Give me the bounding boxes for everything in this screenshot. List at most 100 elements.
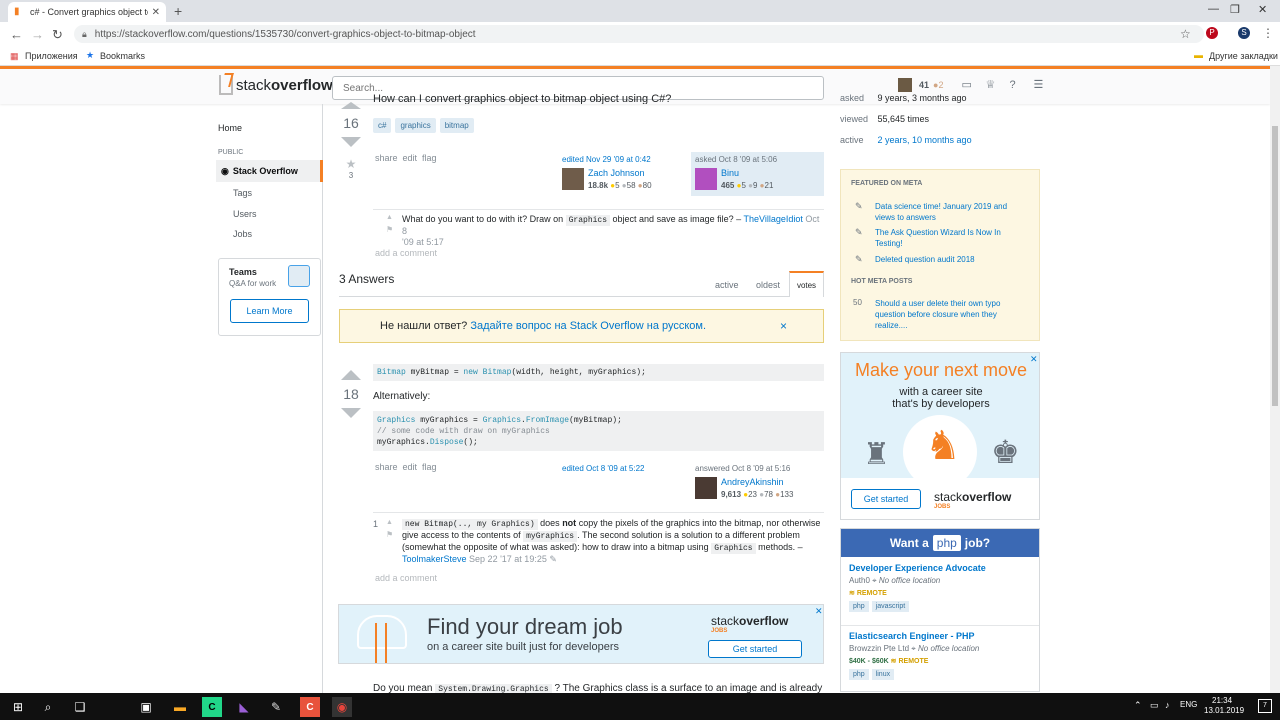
close-window-icon[interactable]: ✕ bbox=[1258, 3, 1267, 16]
app-icon[interactable]: C bbox=[300, 697, 320, 717]
learn-more-button[interactable]: Learn More bbox=[230, 299, 309, 323]
upvote-icon[interactable] bbox=[341, 102, 361, 109]
forward-icon[interactable]: → bbox=[31, 27, 44, 42]
avatar[interactable] bbox=[898, 78, 912, 92]
notice-link[interactable]: Задайте вопрос на Stack Overflow на русс… bbox=[470, 320, 706, 332]
gimp-icon[interactable]: ✎ bbox=[266, 697, 286, 717]
answerer-avatar[interactable] bbox=[695, 477, 717, 499]
dream-job-get-started-button[interactable]: Get started bbox=[708, 640, 802, 658]
add-comment-link[interactable]: add a comment bbox=[375, 573, 437, 583]
meta-link-3[interactable]: Deleted question audit 2018 bbox=[875, 254, 1025, 265]
tab-active[interactable]: active bbox=[715, 280, 739, 290]
visual-studio-icon[interactable]: ◣ bbox=[234, 697, 254, 717]
back-icon[interactable]: ← bbox=[10, 27, 23, 42]
notice-close-icon[interactable]: × bbox=[780, 319, 787, 333]
comment-user[interactable]: TheVillageIdiot bbox=[743, 214, 802, 224]
restore-icon[interactable]: ❐ bbox=[1230, 3, 1240, 16]
editor-name[interactable]: Zach Johnson bbox=[588, 168, 652, 178]
answerer-name[interactable]: AndreyAkinshin bbox=[721, 477, 793, 487]
share-link[interactable]: share bbox=[375, 153, 398, 163]
bookmark-star-icon[interactable]: ☆ bbox=[1180, 27, 1191, 41]
asker-avatar[interactable] bbox=[695, 168, 717, 190]
nav-tags[interactable]: Tags bbox=[233, 188, 252, 198]
dream-job-ad[interactable]: Find your dream job on a career site bui… bbox=[338, 604, 824, 664]
asker-name[interactable]: Binu bbox=[721, 168, 773, 178]
add-comment-link[interactable]: add a comment bbox=[375, 248, 437, 258]
job-tag[interactable]: php bbox=[849, 601, 869, 612]
close-tab-icon[interactable]: ✕ bbox=[152, 7, 160, 18]
edit-link[interactable]: edit bbox=[403, 153, 418, 163]
edited-time[interactable]: edited Nov 29 '09 at 0:42 bbox=[562, 155, 682, 164]
tab-votes[interactable]: votes bbox=[789, 271, 824, 297]
extension-icon[interactable]: S bbox=[1238, 27, 1250, 39]
ad-close-icon[interactable]: ✕ bbox=[1030, 354, 1038, 365]
job-title[interactable]: Developer Experience Advocate bbox=[849, 563, 986, 573]
comment-flag-icon[interactable]: ⚑ bbox=[386, 530, 393, 539]
stat-value[interactable]: 2 years, 10 months ago bbox=[878, 135, 972, 145]
ad-close-icon[interactable]: ✕ bbox=[815, 606, 823, 617]
help-icon[interactable]: ? bbox=[1009, 79, 1021, 91]
share-link[interactable]: share bbox=[375, 462, 398, 472]
other-bookmarks[interactable]: Другие закладки bbox=[1209, 51, 1278, 61]
trophy-icon[interactable]: ♕ bbox=[985, 79, 997, 91]
nav-users[interactable]: Users bbox=[233, 209, 257, 219]
bookmark-apps[interactable]: Приложения bbox=[25, 51, 78, 61]
windows-start-icon[interactable]: ⊞ bbox=[8, 697, 28, 717]
chrome-icon[interactable]: ◉ bbox=[332, 697, 352, 717]
comment-flag-icon[interactable]: ⚑ bbox=[386, 225, 393, 234]
scrollbar-thumb[interactable] bbox=[1272, 126, 1278, 406]
new-tab-icon[interactable]: + bbox=[174, 3, 182, 19]
edit-link[interactable]: edit bbox=[403, 462, 418, 472]
favorite-star-icon[interactable]: ★ bbox=[336, 157, 366, 171]
inbox-icon[interactable]: ▭ bbox=[961, 79, 973, 91]
meta-link-1[interactable]: Data science time! January 2019 and view… bbox=[875, 201, 1025, 223]
comment-upvote-icon[interactable]: ▲ bbox=[386, 519, 393, 526]
tag-csharp[interactable]: c# bbox=[373, 118, 392, 133]
tray-language[interactable]: ENG bbox=[1180, 700, 1197, 709]
file-explorer-icon[interactable]: ▬ bbox=[170, 697, 190, 717]
browser-tab[interactable]: ▮ c# - Convert graphics object to bi ✕ bbox=[8, 2, 166, 22]
bookmark-bookmarks[interactable]: Bookmarks bbox=[100, 51, 145, 61]
answer-edited-time[interactable]: edited Oct 8 '09 at 5:22 bbox=[562, 464, 644, 473]
job-title[interactable]: Elasticsearch Engineer - PHP bbox=[849, 631, 979, 641]
answer-upvote-icon[interactable] bbox=[341, 370, 361, 380]
ad-get-started-button[interactable]: Get started bbox=[851, 489, 921, 509]
minimize-icon[interactable]: — bbox=[1208, 3, 1219, 15]
clion-icon[interactable]: C bbox=[202, 697, 222, 717]
job-listing-2[interactable]: Elasticsearch Engineer - PHP Browzzin Pt… bbox=[849, 631, 979, 680]
menu-dots-icon[interactable]: ⋮ bbox=[1262, 26, 1274, 40]
search-icon[interactable]: ⌕ bbox=[38, 697, 58, 717]
job-tag[interactable]: linux bbox=[871, 669, 895, 680]
tray-date[interactable]: 13.01.2019 bbox=[1204, 706, 1244, 715]
job-listing-1[interactable]: Developer Experience Advocate Auth0 ⌖ No… bbox=[849, 563, 986, 612]
task-view-icon[interactable]: ❑ bbox=[70, 697, 90, 717]
tray-network-icon[interactable]: ▭ bbox=[1150, 700, 1159, 711]
page-scrollbar[interactable] bbox=[1270, 66, 1280, 693]
url-field[interactable]: 🔒︎ https://stackoverflow.com/questions/1… bbox=[74, 25, 1204, 43]
nav-jobs[interactable]: Jobs bbox=[233, 229, 252, 239]
flag-link[interactable]: flag bbox=[422, 462, 437, 472]
site-switcher-icon[interactable]: ☰ bbox=[1033, 79, 1045, 91]
tray-volume-icon[interactable]: ♪ bbox=[1165, 700, 1170, 710]
job-tag[interactable]: php bbox=[849, 669, 869, 680]
flag-link[interactable]: flag bbox=[422, 153, 437, 163]
nav-home[interactable]: Home bbox=[218, 123, 242, 133]
job-tag[interactable]: javascript bbox=[871, 601, 910, 612]
reload-icon[interactable]: ↻ bbox=[52, 27, 63, 43]
comment-user[interactable]: ToolmakerSteve bbox=[402, 554, 467, 564]
tab-oldest[interactable]: oldest bbox=[756, 280, 780, 290]
tray-people-icon[interactable]: ⌃ bbox=[1134, 700, 1142, 711]
tag-graphics[interactable]: graphics bbox=[395, 118, 436, 133]
meta-link-2[interactable]: The Ask Question Wizard Is Now In Testin… bbox=[875, 227, 1025, 249]
downvote-icon[interactable] bbox=[341, 137, 361, 147]
tray-time[interactable]: 21:34 bbox=[1212, 696, 1232, 705]
answer-downvote-icon[interactable] bbox=[341, 408, 361, 418]
nav-stack-overflow[interactable]: ◉ Stack Overflow bbox=[216, 160, 323, 182]
editor-avatar[interactable] bbox=[562, 168, 584, 190]
tag-bitmap[interactable]: bitmap bbox=[439, 118, 474, 133]
apps-grid-icon[interactable]: ▦ bbox=[10, 51, 19, 62]
stackoverflow-logo[interactable]: stack overflow bbox=[219, 75, 333, 95]
comment-upvote-icon[interactable]: ▲ bbox=[386, 214, 393, 221]
career-site-ad[interactable]: Make your next move with a career site t… bbox=[840, 352, 1040, 520]
notifications-icon[interactable]: 7 bbox=[1258, 699, 1272, 713]
